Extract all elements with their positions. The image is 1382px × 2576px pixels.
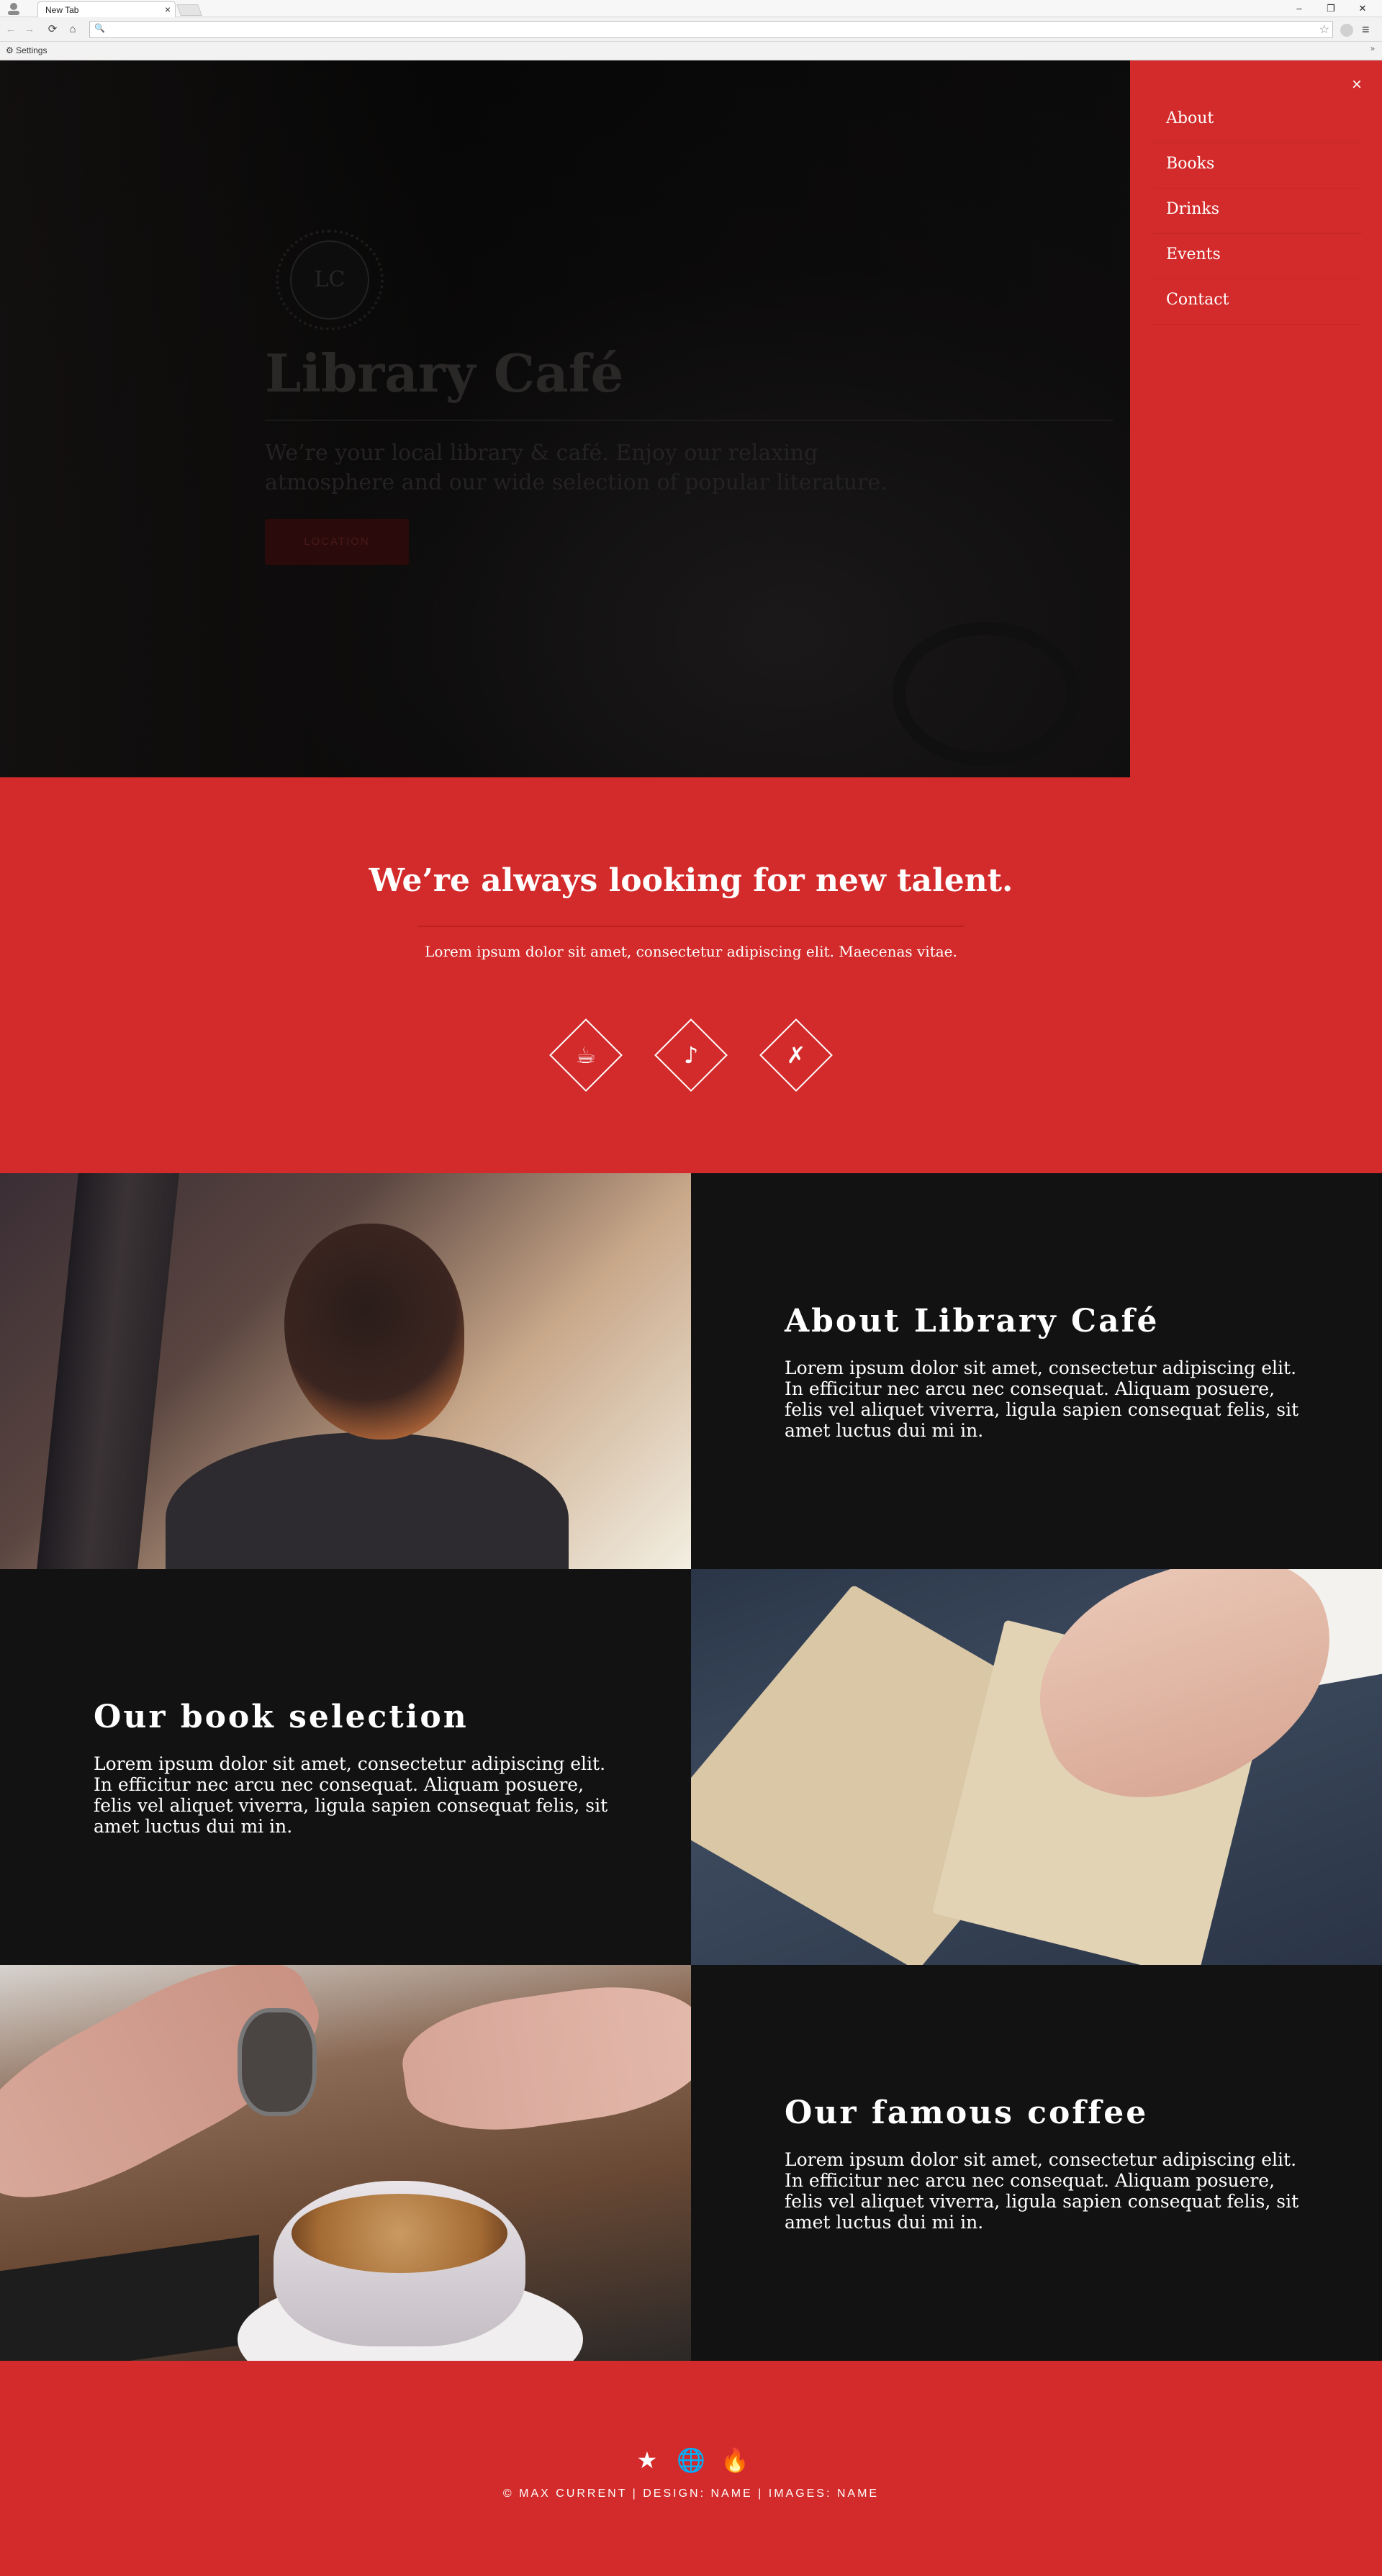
talent-divider [417, 926, 965, 927]
hero-text: We’re your local library & café. Enjoy o… [265, 440, 888, 495]
star-icon[interactable]: ★ [633, 2446, 661, 2475]
menu-close-icon[interactable]: × [1352, 75, 1362, 95]
menu-item-about[interactable]: About [1153, 98, 1362, 143]
toolbar: ← → ⟳ ⌂ 🔍 ☆ ≡ [0, 17, 1382, 42]
extension-icon[interactable] [1340, 24, 1353, 37]
tree-trunk-shape [37, 1173, 179, 1569]
shoulders-shape [166, 1432, 569, 1569]
menu-item-events[interactable]: Events [1153, 234, 1362, 279]
footer-credits: © MAX CURRENT | DESIGN: NAME | IMAGES: N… [502, 2487, 880, 2500]
music-icon[interactable]: ♪ [654, 1018, 728, 1092]
utensils-icon[interactable]: ✗ [759, 1018, 833, 1092]
hero-title: Library Café [265, 343, 624, 404]
menu-item-books[interactable]: Books [1153, 143, 1362, 189]
crema-shape [292, 2194, 507, 2273]
watch-shape [238, 2008, 317, 2116]
book-photo [691, 1569, 1382, 1965]
logo-monogram: LC [290, 240, 369, 320]
books-body: Lorem ipsum dolor sit amet, consectetur … [94, 1753, 608, 1837]
about-title: About Library Café [785, 1303, 1160, 1339]
hair-shape [284, 1224, 464, 1440]
about-body: Lorem ipsum dolor sit amet, consectetur … [785, 1357, 1299, 1441]
talent-text: Lorem ipsum dolor sit amet, consectetur … [425, 943, 957, 960]
books-panel: Our book selection Lorem ipsum dolor sit… [0, 1569, 691, 1965]
music-glyph: ♪ [683, 1041, 699, 1069]
about-panel: About Library Café Lorem ipsum dolor sit… [691, 1173, 1382, 1569]
footer-icons: ★ 🌐 🔥 [0, 2446, 1382, 2475]
tab-title: New Tab [45, 5, 79, 15]
coffee-panel: Our famous coffee Lorem ipsum dolor sit … [691, 1965, 1382, 2361]
browser-menu-icon[interactable]: ≡ [1362, 22, 1370, 37]
bookmarks-more-icon[interactable]: » [1370, 45, 1375, 53]
address-bar[interactable]: 🔍 ☆ [89, 21, 1333, 38]
coffee-photo [0, 1965, 691, 2361]
bookmark-star-icon[interactable]: ☆ [1319, 22, 1329, 37]
hero-cup-shape [893, 622, 1080, 766]
talent-section: We’re always looking for new talent. Lor… [0, 777, 1382, 1173]
restore-button[interactable]: ❐ [1320, 1, 1342, 16]
globe-icon[interactable]: 🌐 [677, 2446, 705, 2475]
menu-item-contact[interactable]: Contact [1153, 279, 1362, 325]
coffee-icon[interactable]: ☕ [549, 1018, 623, 1092]
right-arm-shape [395, 1973, 691, 2144]
new-tab-button[interactable] [176, 4, 202, 16]
title-bar: New Tab × – ❐ ✕ [0, 0, 1382, 17]
side-menu-list: About Books Drinks Events Contact [1153, 98, 1362, 325]
back-button[interactable]: ← [3, 22, 19, 37]
forward-button[interactable]: → [22, 22, 37, 37]
hero-divider [265, 420, 1113, 421]
bookmarks-bar: ⚙ Settings » [0, 42, 1382, 60]
cafe-logo: LC [265, 226, 394, 334]
home-button[interactable]: ⌂ [65, 22, 81, 37]
close-window-button[interactable]: ✕ [1352, 1, 1373, 16]
profile-icon[interactable] [6, 1, 22, 16]
talent-title: We’re always looking for new talent. [369, 862, 1013, 899]
fire-icon[interactable]: 🔥 [721, 2446, 749, 2475]
hero-section: LC Library Café We’re your local library… [0, 60, 1130, 777]
side-menu: × About Books Drinks Events Contact [1130, 60, 1382, 777]
coffee-glyph: ☕ [575, 1041, 597, 1069]
chalkboard-shape [0, 2234, 259, 2361]
location-button[interactable]: LOCATION [265, 519, 409, 565]
woman-photo [0, 1173, 691, 1569]
utensils-glyph: ✗ [786, 1041, 806, 1069]
search-icon: 🔍 [94, 23, 105, 33]
coffee-title: Our famous coffee [785, 2094, 1149, 2131]
footer: ★ 🌐 🔥 © MAX CURRENT | DESIGN: NAME | IMA… [0, 2361, 1382, 2576]
books-title: Our book selection [94, 1699, 469, 1735]
menu-item-drinks[interactable]: Drinks [1153, 189, 1362, 234]
bookmark-settings[interactable]: ⚙ Settings [6, 45, 47, 55]
address-input[interactable] [109, 23, 1289, 36]
tab-close-icon[interactable]: × [165, 4, 171, 15]
browser-tab[interactable]: New Tab × [37, 1, 176, 17]
reload-button[interactable]: ⟳ [45, 22, 60, 37]
minimize-button[interactable]: – [1288, 1, 1310, 16]
hero-content: LC Library Café We’re your local library… [265, 226, 1114, 565]
coffee-body: Lorem ipsum dolor sit amet, consectetur … [785, 2149, 1299, 2233]
browser-chrome: New Tab × – ❐ ✕ ← → ⟳ ⌂ 🔍 ☆ ≡ ⚙ Settings… [0, 0, 1382, 60]
